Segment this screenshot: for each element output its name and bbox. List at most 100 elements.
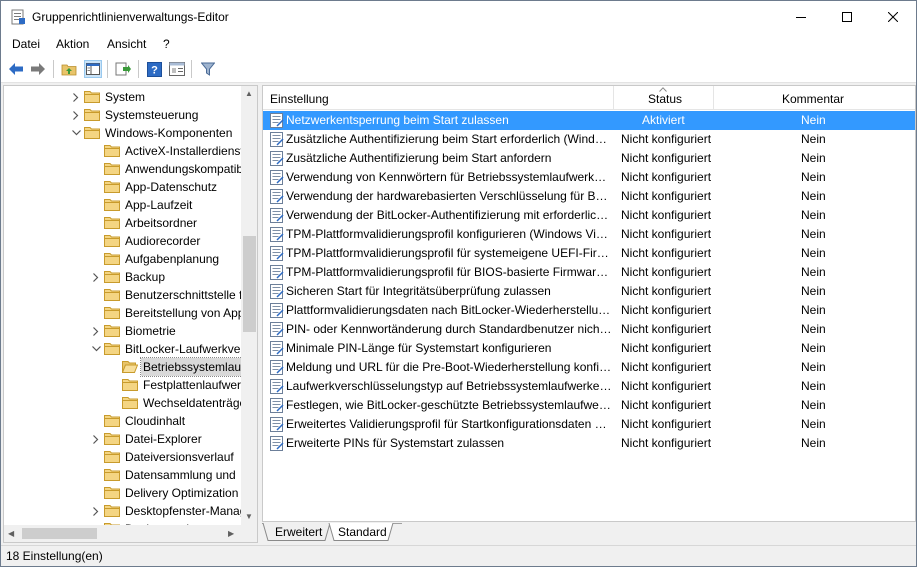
- table-row[interactable]: PIN- oder Kennwortänderung durch Standar…: [263, 320, 915, 339]
- table-row[interactable]: Verwendung der hardwarebasierten Verschl…: [263, 187, 915, 206]
- tree-horizontal-scroll-thumb[interactable]: [22, 528, 97, 539]
- settings-list[interactable]: Einstellung Status Kommentar Netzwerkent…: [262, 85, 916, 522]
- menu-ansicht[interactable]: Ansicht: [107, 37, 146, 51]
- table-row[interactable]: Minimale PIN-Länge für Systemstart konfi…: [263, 339, 915, 358]
- filter-button[interactable]: [199, 60, 217, 78]
- tree-horizontal-scrollbar[interactable]: ◀ ▶: [4, 525, 241, 542]
- tab-standard[interactable]: Standard: [332, 523, 393, 542]
- scroll-down-icon[interactable]: ▼: [245, 512, 253, 521]
- tree-node[interactable]: Windows-Komponenten: [70, 124, 241, 142]
- tree-node[interactable]: Festplattenlaufwerke: [108, 376, 241, 394]
- folder-icon: [122, 378, 138, 391]
- policy-setting-icon: [270, 208, 284, 223]
- table-row[interactable]: Zusätzliche Authentifizierung beim Start…: [263, 149, 915, 168]
- filter-icon: [201, 62, 215, 76]
- menu-help[interactable]: ?: [163, 37, 170, 51]
- tree-node[interactable]: Benutzerschnittstelle für: [90, 286, 241, 304]
- table-row[interactable]: Festlegen, wie BitLocker-geschützte Betr…: [263, 396, 915, 415]
- table-row[interactable]: Meldung und URL für die Pre-Boot-Wiederh…: [263, 358, 915, 377]
- tree-node[interactable]: App-Laufzeit: [90, 196, 241, 214]
- close-button[interactable]: [870, 1, 916, 33]
- export-list-button[interactable]: [114, 60, 132, 78]
- table-row[interactable]: Verwendung der BitLocker-Authentifizieru…: [263, 206, 915, 225]
- column-header-status[interactable]: Status: [648, 92, 682, 106]
- minimize-button[interactable]: [778, 1, 824, 33]
- cell-setting: Erweitertes Validierungsprofil für Start…: [286, 417, 612, 431]
- menu-aktion[interactable]: Aktion: [56, 37, 89, 51]
- tree-node[interactable]: Delivery Optimization: [90, 484, 241, 502]
- chevron-right-icon[interactable]: [70, 106, 82, 124]
- table-row[interactable]: Verwendung von Kennwörtern für Betriebss…: [263, 168, 915, 187]
- chevron-down-icon[interactable]: [70, 124, 82, 142]
- tree-node[interactable]: Audiorecorder: [90, 232, 241, 250]
- table-row[interactable]: TPM-Plattformvalidierungsprofil für BIOS…: [263, 263, 915, 282]
- menu-datei[interactable]: Datei: [12, 37, 40, 51]
- title-bar[interactable]: Gruppenrichtlinienverwaltungs-Editor: [1, 1, 916, 33]
- table-row[interactable]: Sicheren Start für Integritätsüberprüfun…: [263, 282, 915, 301]
- tree-node[interactable]: Aufgabenplanung: [90, 250, 241, 268]
- cell-status: Nicht konfiguriert: [621, 132, 712, 146]
- column-header-setting[interactable]: Einstellung: [270, 92, 329, 106]
- column-divider[interactable]: [613, 86, 614, 110]
- tree-node[interactable]: Arbeitsordner: [90, 214, 241, 232]
- toolbar-separator: [107, 60, 108, 78]
- show-hide-tree-icon: [86, 63, 100, 75]
- tree-node[interactable]: Datei-Explorer: [90, 430, 241, 448]
- tree-vertical-scroll-thumb[interactable]: [243, 236, 256, 332]
- back-button[interactable]: [7, 60, 25, 78]
- tree-node-label: BitLocker-Laufwerkver: [125, 342, 241, 356]
- tree-node[interactable]: Backup: [90, 268, 241, 286]
- tree-node[interactable]: Datensammlung und: [90, 466, 241, 484]
- tree-node[interactable]: System: [70, 88, 241, 106]
- tree-node[interactable]: Cloudinhalt: [90, 412, 241, 430]
- chevron-right-icon[interactable]: [90, 430, 102, 448]
- folder-icon: [104, 432, 120, 445]
- scroll-up-icon[interactable]: ▲: [245, 89, 253, 98]
- tree-node-label: Arbeitsordner: [125, 216, 198, 230]
- scroll-left-icon[interactable]: ◀: [8, 529, 14, 538]
- forward-button[interactable]: [29, 60, 47, 78]
- tree-pane[interactable]: System Systemsteuerung Windows-Komponenten…: [3, 85, 258, 543]
- help-button[interactable]: ?: [145, 60, 163, 78]
- up-folder-button[interactable]: [60, 60, 78, 78]
- tree-node[interactable]: Anwendungskompatibilität: [90, 160, 241, 178]
- tree-node[interactable]: Systemsteuerung: [70, 106, 241, 124]
- table-row[interactable]: TPM-Plattformvalidierungsprofil für syst…: [263, 244, 915, 263]
- table-row[interactable]: Zusätzliche Authentifizierung beim Start…: [263, 130, 915, 149]
- tree-node[interactable]: App-Datenschutz: [90, 178, 241, 196]
- show-hide-tree-button[interactable]: [84, 60, 102, 78]
- tree-node[interactable]: Wechseldatenträger: [108, 394, 241, 412]
- back-icon: [9, 63, 23, 75]
- cell-setting: Laufwerkverschlüsselungstyp auf Betriebs…: [286, 379, 612, 393]
- up-folder-icon: [61, 64, 77, 76]
- column-header-comment[interactable]: Kommentar: [782, 92, 844, 106]
- properties-button[interactable]: [168, 60, 186, 78]
- table-row[interactable]: Erweitertes Validierungsprofil für Start…: [263, 415, 915, 434]
- table-row[interactable]: Erweiterte PINs für Systemstart zulassen…: [263, 434, 915, 453]
- tree-node[interactable]: BitLocker-Laufwerkver: [90, 340, 241, 358]
- chevron-right-icon[interactable]: [90, 502, 102, 520]
- folder-icon: [104, 162, 120, 175]
- tree-node[interactable]: Biometrie: [90, 322, 241, 340]
- tree-node[interactable]: Bereitstellung von App: [90, 304, 241, 322]
- tree-node[interactable]: ActiveX-Installerdienst: [90, 142, 241, 160]
- scroll-right-icon[interactable]: ▶: [228, 529, 234, 538]
- tree-node-label: Biometrie: [125, 324, 176, 338]
- table-row[interactable]: Plattformvalidierungsdaten nach BitLocke…: [263, 301, 915, 320]
- chevron-right-icon[interactable]: [70, 88, 82, 106]
- column-divider[interactable]: [713, 86, 714, 110]
- table-row[interactable]: TPM-Plattformvalidierungsprofil konfigur…: [263, 225, 915, 244]
- table-row[interactable]: Laufwerkverschlüsselungstyp auf Betriebs…: [263, 377, 915, 396]
- maximize-button[interactable]: [824, 1, 870, 33]
- chevron-right-icon[interactable]: [90, 322, 102, 340]
- chevron-down-icon[interactable]: [90, 340, 102, 358]
- status-count: 18 Einstellung(en): [6, 549, 103, 563]
- tree-node[interactable]: Dateiversionsverlauf: [90, 448, 241, 466]
- tab-erweitert[interactable]: Erweitert: [269, 523, 328, 542]
- folder-icon: [84, 126, 100, 139]
- chevron-right-icon[interactable]: [90, 268, 102, 286]
- tree-vertical-scrollbar[interactable]: ▲ ▼: [241, 86, 257, 525]
- tree-node[interactable]: Desktopfenster-Manager: [90, 502, 241, 520]
- tree-node[interactable]: Betriebssystemlaufwerke: [108, 357, 241, 377]
- table-row[interactable]: Netzwerkentsperrung beim Start zulassen A…: [263, 111, 915, 130]
